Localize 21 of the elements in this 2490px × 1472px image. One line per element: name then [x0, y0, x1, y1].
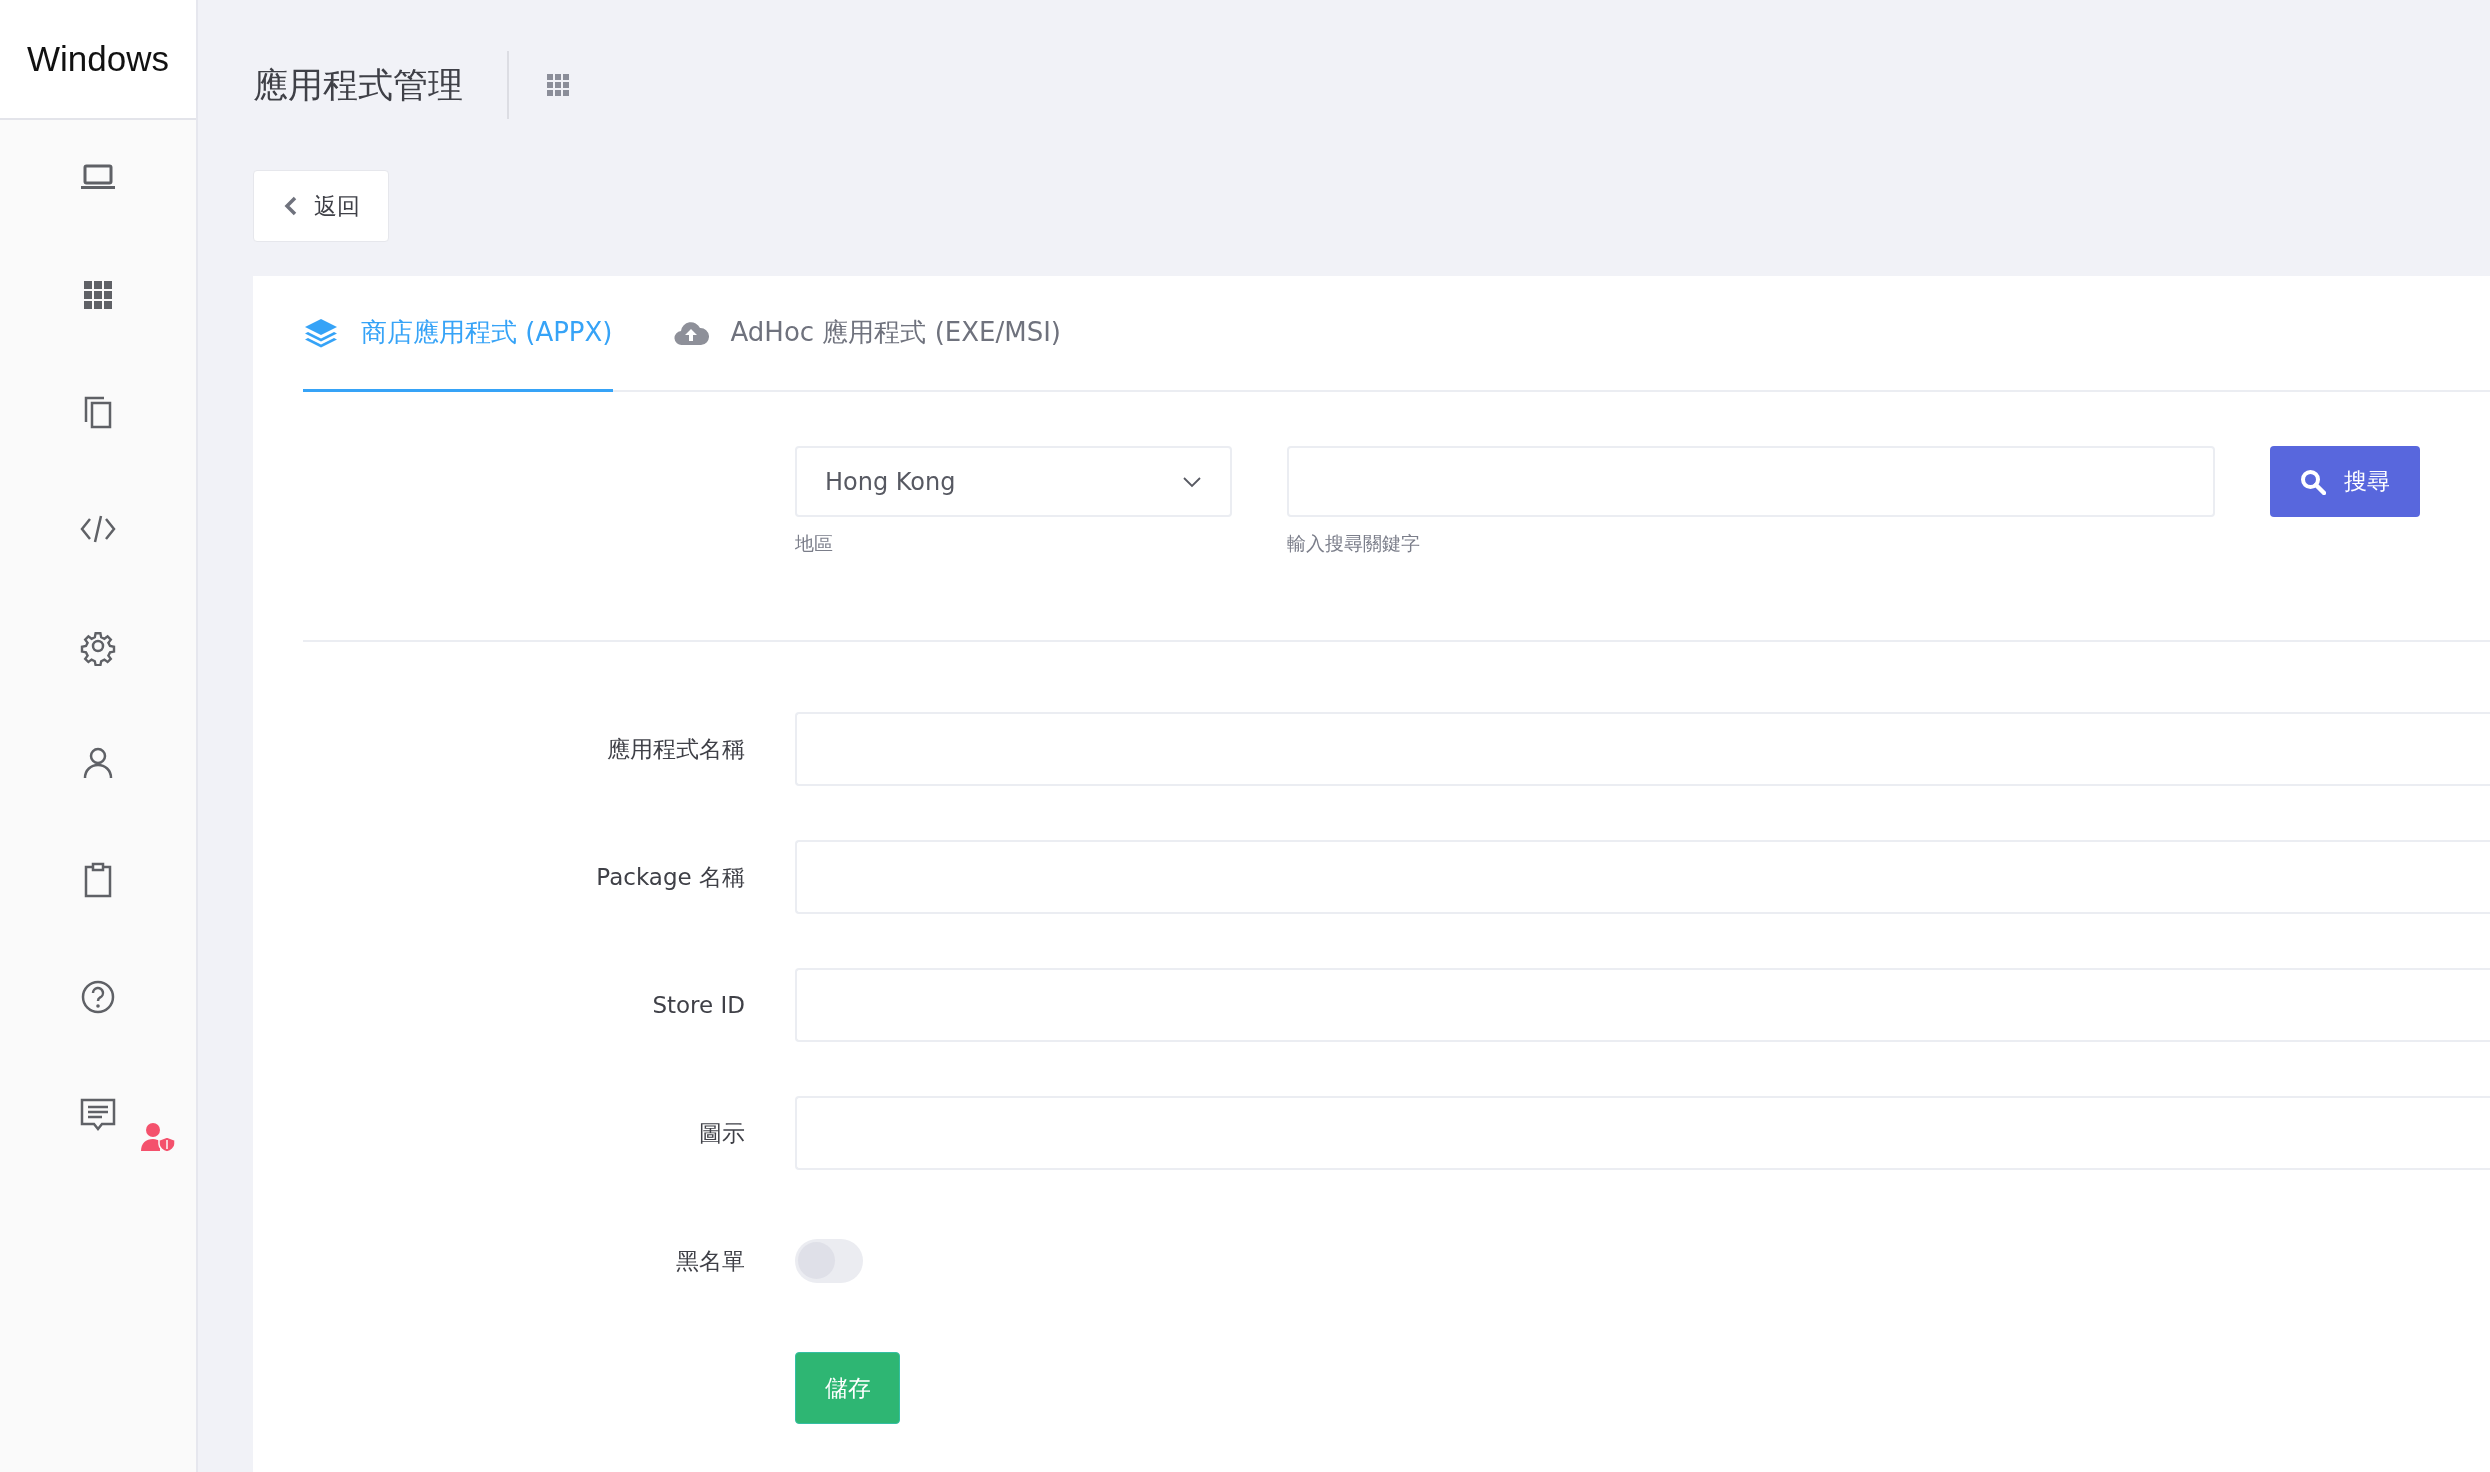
tab[interactable]: AdHoc 應用程式 (EXE/MSI)	[672, 276, 1061, 392]
app-title: Windows	[0, 0, 196, 120]
back-button[interactable]: 返回	[253, 170, 389, 242]
chevron-down-icon	[1182, 475, 1202, 488]
field-label: 應用程式名稱	[606, 734, 746, 764]
field-label: Package 名稱	[595, 862, 746, 892]
field-label: 黑名單	[675, 1246, 746, 1276]
page-title: 應用程式管理	[253, 51, 509, 119]
field-label: 圖示	[698, 1118, 746, 1148]
layers-icon	[303, 316, 339, 349]
toggle-switch[interactable]	[795, 1239, 863, 1283]
field-helper: 地區	[795, 531, 834, 556]
tab[interactable]: 商店應用程式 (APPX)	[303, 276, 613, 392]
field-helper: 輸入搜尋關鍵字	[1287, 531, 1421, 556]
save-button[interactable]: 儲存	[795, 1352, 900, 1424]
field-label: Store ID	[651, 992, 746, 1018]
search-button[interactable]: 搜尋	[2270, 446, 2420, 517]
grid-icon[interactable]	[547, 74, 569, 96]
user-shield-icon	[140, 1122, 176, 1152]
search-icon	[2300, 468, 2326, 495]
region-dropdown[interactable]: Hong Kong	[795, 446, 1232, 517]
